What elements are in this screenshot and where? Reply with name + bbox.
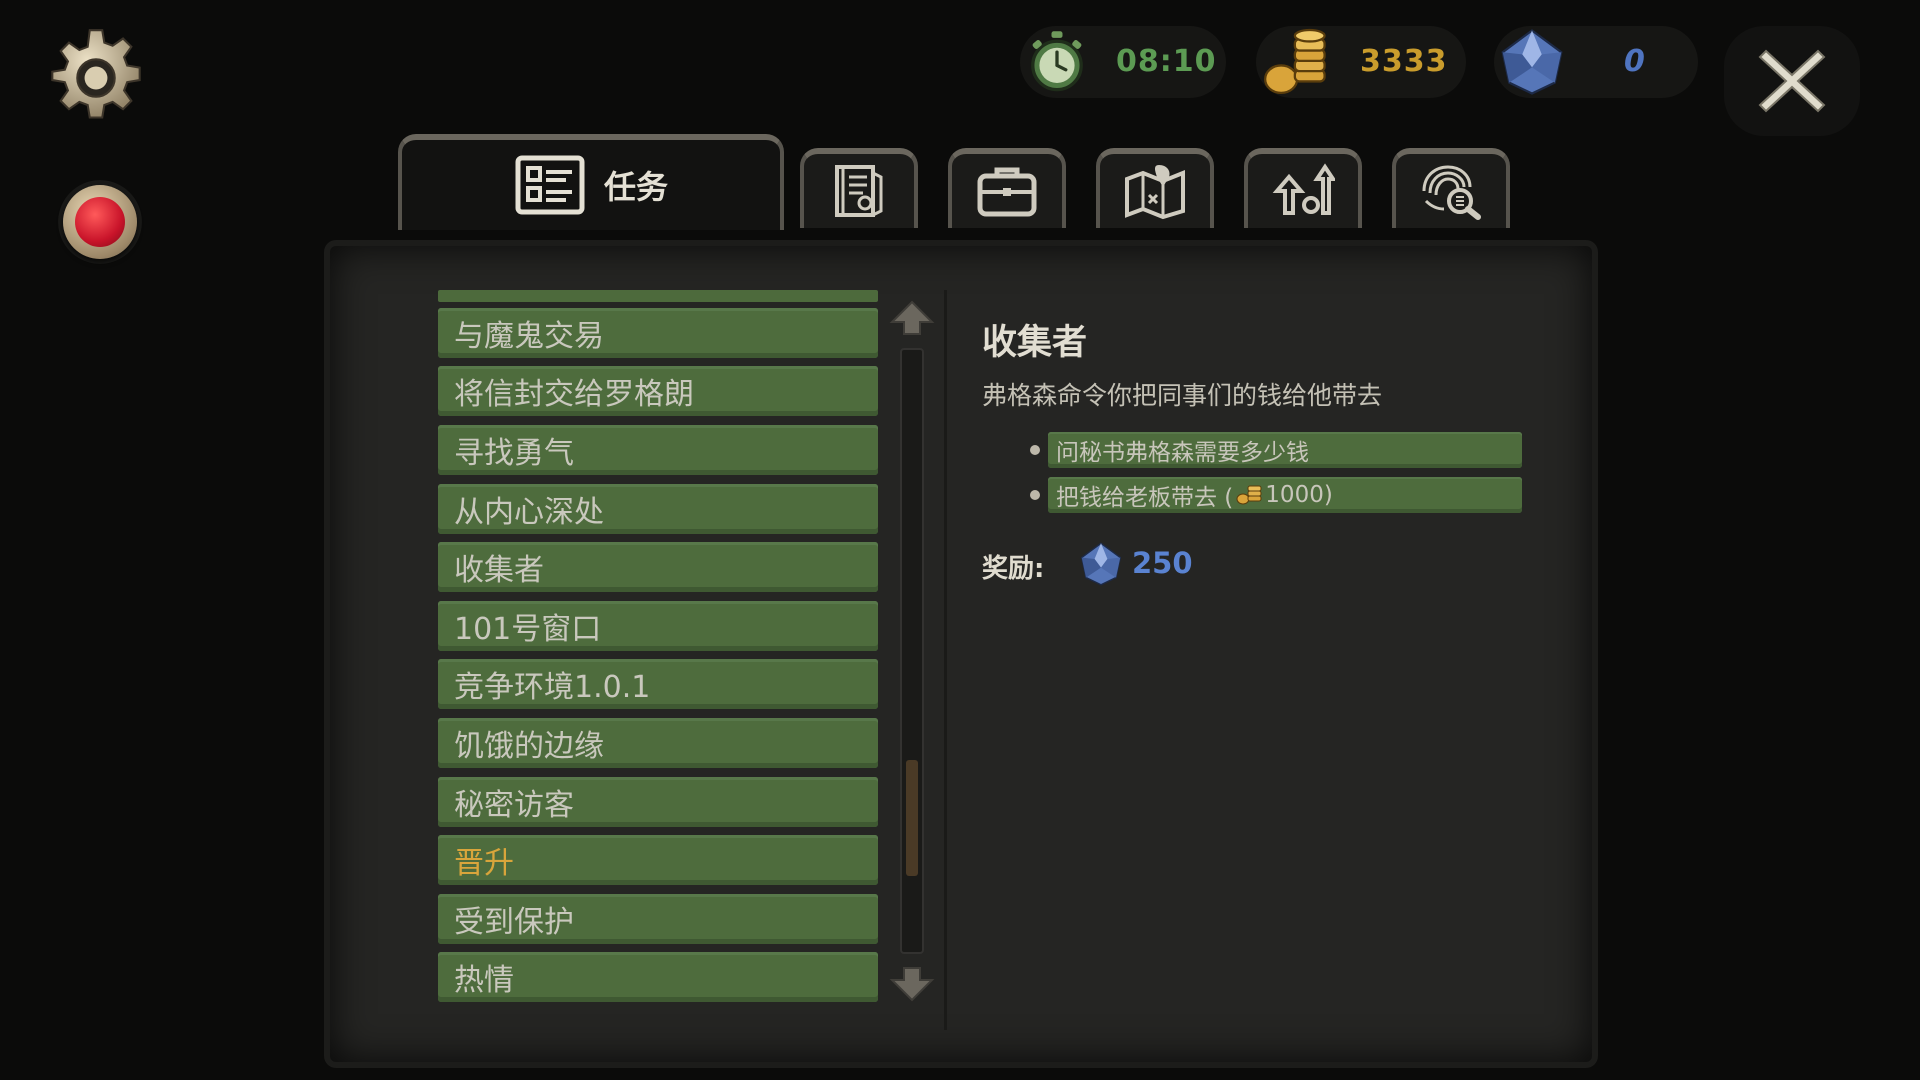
quest-item[interactable]: 竞争环境1.0.1 (438, 659, 878, 709)
objective-row: 问秘书弗格森需要多少钱 (1030, 432, 1522, 468)
tab-tasks-label: 任务 (603, 168, 668, 206)
quest-item-label: 竞争环境1.0.1 (454, 670, 651, 705)
bullet-icon (1030, 490, 1040, 500)
quest-item[interactable]: 寻找勇气 (438, 425, 878, 475)
quest-item-label: 101号窗口 (454, 612, 602, 647)
quest-item-label: 饥饿的边缘 (454, 729, 604, 764)
objective-row: 把钱给老板带去 ( 1000 ) (1030, 477, 1522, 513)
scroll-up-button[interactable] (888, 298, 936, 338)
time-display: 08:10 (1020, 26, 1226, 98)
gold-display: 3333 (1256, 26, 1466, 98)
objective-text: 问秘书弗格森需要多少钱 (1056, 440, 1309, 466)
quest-item[interactable]: 秘密访客 (438, 777, 878, 827)
notes-icon (835, 165, 883, 217)
briefcase-icon (977, 167, 1037, 217)
quest-item[interactable]: 饥饿的边缘 (438, 718, 878, 768)
tab-map[interactable] (1096, 148, 1214, 228)
quest-item-label: 晋升 (454, 846, 514, 881)
task-list-icon (515, 155, 585, 215)
quest-item-label: 与魔鬼交易 (454, 319, 604, 354)
quest-item-label: 秘密访客 (454, 788, 574, 823)
gold-coins-icon (1264, 28, 1326, 94)
gem-display: 0 (1494, 26, 1698, 98)
arrow-down-icon (889, 967, 935, 1002)
quest-item-label: 将信封交给罗格朗 (454, 377, 694, 412)
quest-item-label: 从内心深处 (454, 495, 604, 530)
quest-list[interactable]: 与魔鬼交易 将信封交给罗格朗 寻找勇气 从内心深处 收集者 101号窗口 竞争环… (438, 290, 878, 1006)
quest-item[interactable]: 从内心深处 (438, 484, 878, 534)
panel-divider (944, 290, 947, 1030)
quest-item[interactable]: 与魔鬼交易 (438, 308, 878, 358)
quest-detail-title: 收集者 (982, 323, 1088, 363)
record-icon (63, 185, 137, 259)
quest-item[interactable]: 热情 (438, 952, 878, 1002)
gear-icon (51, 29, 141, 119)
quest-item-label: 寻找勇气 (454, 436, 574, 471)
gold-value: 3333 (1360, 44, 1448, 79)
quest-item[interactable]: 收集者 (438, 542, 878, 592)
quest-item-label: 热情 (454, 963, 514, 998)
reward-label: 奖励: (982, 554, 1045, 584)
close-icon (1758, 49, 1826, 113)
tab-notes[interactable] (800, 148, 918, 228)
scrollbar-thumb[interactable] (906, 760, 918, 876)
gold-coins-icon (1236, 485, 1262, 505)
map-icon (1125, 165, 1185, 220)
record-button[interactable] (58, 180, 142, 264)
quest-item[interactable]: 受到保护 (438, 894, 878, 944)
quest-item-label: 收集者 (454, 553, 544, 588)
quest-item[interactable]: 将信封交给罗格朗 (438, 366, 878, 416)
objective-amount: 1000 (1265, 482, 1324, 508)
scroll-down-button[interactable] (888, 964, 936, 1004)
quest-detail-description: 弗格森命令你把同事们的钱给他带去 (982, 381, 1383, 410)
objective-text-end: ) (1323, 482, 1333, 508)
blue-gem-icon (1501, 29, 1563, 95)
quest-item-selected[interactable]: 晋升 (438, 835, 878, 885)
settings-gear-button[interactable] (38, 20, 154, 136)
reward-value: 250 (1132, 546, 1193, 580)
blue-gem-icon (1080, 542, 1122, 586)
close-button[interactable] (1724, 26, 1860, 136)
bullet-icon (1030, 445, 1040, 455)
tab-investigation[interactable] (1392, 148, 1510, 228)
tab-inventory[interactable] (948, 148, 1066, 228)
tab-upgrades[interactable] (1244, 148, 1362, 228)
gem-value: 0 (1624, 44, 1646, 79)
objective-text: 把钱给老板带去 ( (1056, 485, 1234, 511)
stopwatch-icon (1031, 31, 1083, 92)
upgrade-icon (1272, 163, 1335, 215)
fingerprint-search-icon (1422, 165, 1481, 220)
quest-item-label: 受到保护 (454, 905, 574, 940)
tab-tasks[interactable]: 任务 (398, 134, 784, 230)
quest-item[interactable]: 101号窗口 (438, 601, 878, 651)
arrow-up-icon (889, 300, 935, 335)
time-value: 08:10 (1116, 44, 1217, 79)
